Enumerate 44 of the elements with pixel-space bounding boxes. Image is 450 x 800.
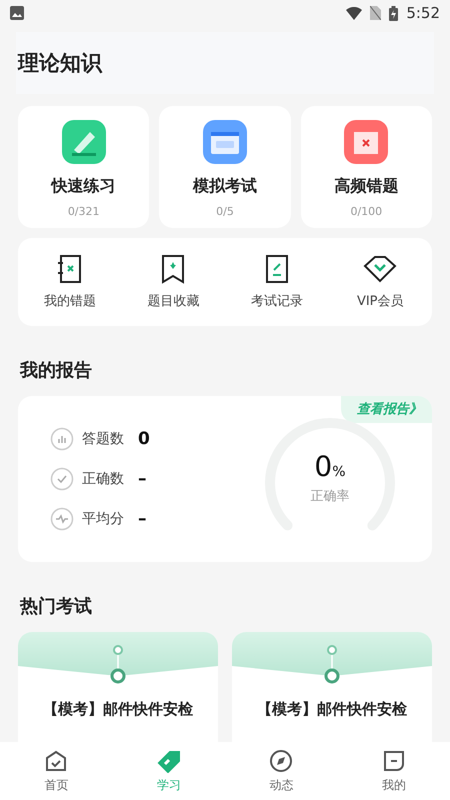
- check-circle-icon: [50, 467, 74, 492]
- error-book-icon: [344, 120, 388, 164]
- card-title: 模拟考试: [192, 176, 257, 197]
- shortcut-label[interactable]: 考试记录: [250, 292, 303, 310]
- stat-label: 平均分: [82, 510, 124, 530]
- stat-value: 0: [138, 429, 150, 450]
- accuracy-label: 正确率: [310, 488, 350, 505]
- shortcut-label[interactable]: 题目收藏: [147, 292, 200, 310]
- hot-exams-title: 热门考试: [20, 595, 93, 618]
- card-title: 快速练习: [52, 176, 116, 197]
- score-sheet-icon: [202, 120, 247, 164]
- report-title: 我的报告: [20, 359, 93, 382]
- stat-label: 正确数: [82, 470, 124, 490]
- nav-tab[interactable]: 首页: [0, 742, 112, 800]
- diamond-icon: [363, 254, 398, 284]
- section-title: 理论知识: [18, 50, 102, 77]
- nav-tab[interactable]: 动态: [225, 742, 338, 800]
- home-icon: [44, 748, 68, 772]
- shortcut-label[interactable]: 我的错题: [44, 292, 96, 310]
- battery-icon: [389, 6, 398, 20]
- wifi-icon: [346, 6, 362, 20]
- exam-card[interactable]: 【模考】邮件快件安检: [232, 632, 432, 742]
- stat-label: 答题数: [82, 430, 124, 450]
- notebook-icon: [56, 254, 83, 284]
- tag-icon: [156, 748, 182, 772]
- bar-chart-icon: [50, 427, 74, 452]
- stat-value: –: [138, 469, 146, 490]
- compass-icon: [269, 748, 294, 772]
- document-icon: [264, 254, 290, 284]
- stat-value: –: [138, 509, 146, 530]
- pulse-icon: [50, 507, 74, 532]
- exam-card[interactable]: 【模考】邮件快件安检: [18, 632, 218, 742]
- shortcut-label[interactable]: VIP会员: [356, 292, 404, 310]
- pencil-icon: [62, 120, 106, 164]
- chat-icon: [382, 748, 406, 772]
- accuracy-value: 0%: [314, 450, 346, 483]
- image-icon: [10, 6, 24, 20]
- bookmark-icon: [160, 254, 186, 284]
- card-title: 高频错题: [334, 176, 398, 197]
- nav-tab[interactable]: 我的: [338, 742, 450, 800]
- exam-title: 【模考】邮件快件安检: [43, 700, 193, 719]
- exam-title: 【模考】邮件快件安检: [257, 700, 407, 719]
- no-sim-icon: [370, 6, 382, 20]
- status-time: 5:52: [406, 4, 440, 22]
